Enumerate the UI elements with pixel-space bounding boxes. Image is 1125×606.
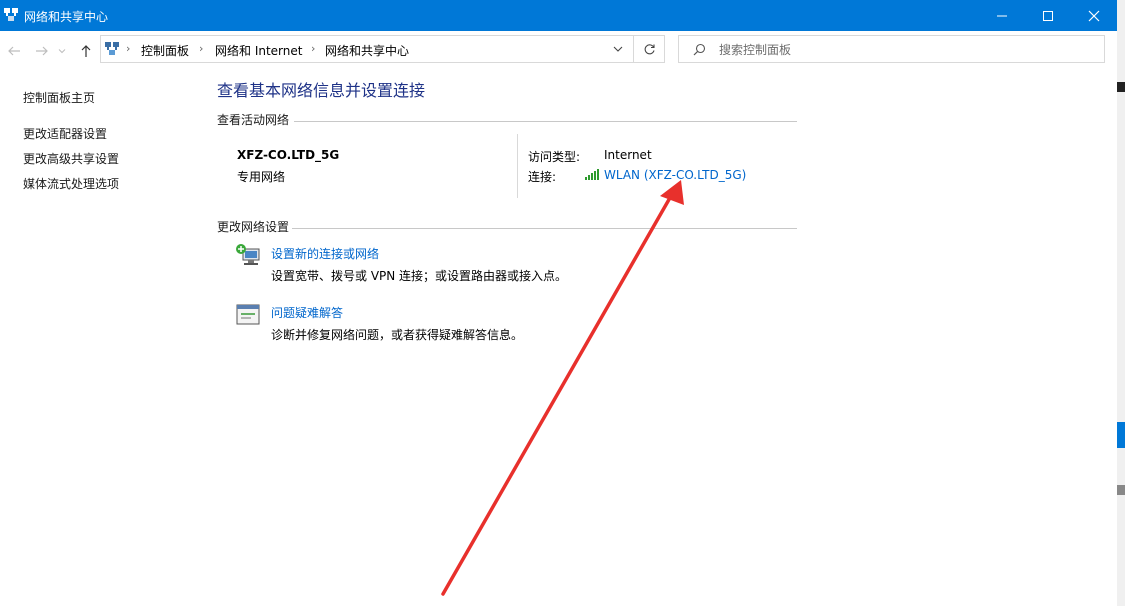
title-bar[interactable]: 网络和共享中心	[0, 0, 1117, 31]
window-title: 网络和共享中心	[24, 10, 109, 24]
background-window-edge	[1117, 0, 1125, 606]
new-connection-icon	[236, 244, 260, 265]
breadcrumb-chevron-icon: ›	[311, 42, 316, 55]
chevron-down-icon	[58, 49, 66, 54]
minimize-icon	[997, 15, 1007, 16]
sidebar-item-control-panel-home[interactable]: 控制面板主页	[23, 89, 95, 106]
breadcrumb-network-internet[interactable]: 网络和 Internet	[215, 42, 302, 59]
close-button[interactable]	[1071, 0, 1117, 31]
maximize-icon	[1043, 10, 1053, 21]
breadcrumb-control-panel[interactable]: 控制面板	[141, 42, 189, 59]
red-annotation-arrow-icon	[441, 180, 684, 596]
wlan-connection-link[interactable]: WLAN (XFZ-CO.LTD_5G)	[604, 168, 746, 182]
troubleshoot-link[interactable]: 问题疑难解答	[271, 304, 343, 321]
recent-locations-button[interactable]	[56, 41, 68, 61]
network-info-divider	[517, 134, 518, 198]
forward-button[interactable]	[32, 41, 52, 61]
page-title: 查看基本网络信息并设置连接	[217, 81, 426, 100]
section-divider	[292, 228, 797, 229]
connection-label: 连接:	[528, 170, 557, 184]
up-arrow-icon	[81, 45, 91, 57]
network-center-app-icon	[4, 8, 18, 21]
setup-new-connection-link[interactable]: 设置新的连接或网络	[271, 245, 379, 262]
wifi-signal-icon	[585, 169, 599, 180]
address-dropdown-button[interactable]	[609, 40, 627, 58]
section-divider	[294, 121, 797, 122]
up-button[interactable]	[76, 41, 96, 61]
minimize-button[interactable]	[979, 0, 1025, 31]
maximize-button[interactable]	[1025, 0, 1071, 31]
search-input[interactable]	[717, 40, 1081, 60]
breadcrumb-chevron-icon: ›	[126, 42, 131, 55]
network-category: 专用网络	[237, 170, 286, 184]
troubleshoot-icon	[236, 304, 260, 325]
address-bar[interactable]: › 控制面板 › 网络和 Internet › 网络和共享中心	[100, 35, 665, 63]
back-arrow-icon	[8, 46, 20, 56]
address-divider	[633, 36, 634, 62]
control-panel-icon	[105, 42, 119, 55]
access-type-value: Internet	[604, 148, 652, 162]
refresh-button[interactable]	[640, 40, 658, 58]
breadcrumb-chevron-icon: ›	[199, 42, 204, 55]
breadcrumb-network-sharing-center[interactable]: 网络和共享中心	[325, 42, 409, 59]
navigation-row: › 控制面板 › 网络和 Internet › 网络和共享中心	[0, 31, 1117, 71]
setup-new-connection-desc: 设置宽带、拨号或 VPN 连接；或设置路由器或接入点。	[271, 269, 568, 283]
network-name: XFZ-CO.LTD_5G	[237, 148, 340, 162]
sidebar-item-media-streaming-options[interactable]: 媒体流式处理选项	[23, 175, 119, 192]
refresh-icon	[644, 43, 655, 54]
back-button[interactable]	[4, 41, 24, 61]
change-network-settings-heading: 更改网络设置	[217, 220, 290, 234]
close-icon	[1088, 10, 1100, 21]
search-box[interactable]	[678, 35, 1105, 63]
active-networks-heading: 查看活动网络	[217, 113, 290, 127]
chevron-down-icon	[613, 46, 623, 52]
access-type-label: 访问类型:	[528, 150, 581, 164]
forward-arrow-icon	[36, 46, 48, 56]
sidebar-item-advanced-sharing-settings[interactable]: 更改高级共享设置	[23, 150, 119, 167]
search-icon	[693, 43, 706, 56]
troubleshoot-desc: 诊断并修复网络问题，或者获得疑难解答信息。	[271, 328, 524, 342]
sidebar-item-change-adapter-settings[interactable]: 更改适配器设置	[23, 125, 107, 142]
